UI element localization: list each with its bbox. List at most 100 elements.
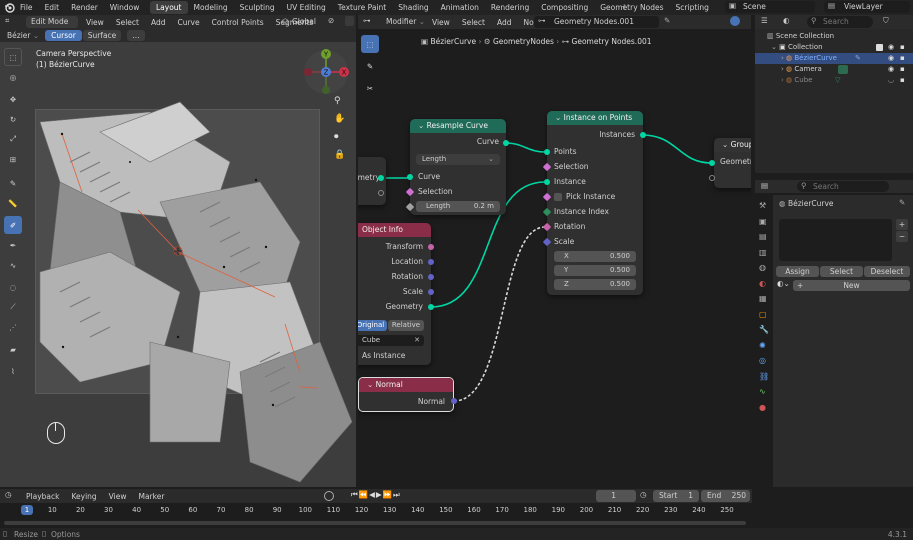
lock-icon[interactable]: 🔒 xyxy=(334,150,345,160)
eye-icon[interactable]: ◉ xyxy=(888,53,894,64)
viewport-menu-curve[interactable]: Curve xyxy=(171,17,205,28)
node-menu-view[interactable]: View xyxy=(426,17,456,28)
viewport-menu-view[interactable]: View xyxy=(80,17,110,28)
workspace-tab-compositing[interactable]: Compositing xyxy=(535,1,594,14)
reverse-play-icon[interactable]: ◀ xyxy=(369,490,376,499)
randomize-icon[interactable]: ⋰ xyxy=(4,318,22,336)
select-box-icon[interactable]: ⬚ xyxy=(4,48,22,66)
prev-key-icon[interactable]: ⏪ xyxy=(359,490,369,499)
current-frame-marker[interactable]: 1 xyxy=(21,505,33,515)
socket-group-empty-in[interactable] xyxy=(709,175,715,181)
outliner-display-icon[interactable]: ◐ xyxy=(783,16,790,25)
particles-tab-icon[interactable]: ✺ xyxy=(759,341,766,350)
material-browse-icon[interactable]: ◐⌄ xyxy=(777,279,790,288)
constraint-tab-icon[interactable]: ⛓ xyxy=(759,372,769,381)
timeline-menu-playback[interactable]: Playback xyxy=(20,491,65,502)
subtab-cursor[interactable]: Cursor xyxy=(45,30,82,41)
pin-icon[interactable]: ✎ xyxy=(899,198,905,207)
collection-tab-icon[interactable]: ▦ xyxy=(759,294,767,303)
view-layer-selector[interactable]: ▤ ViewLayer xyxy=(824,1,910,13)
instance-pick-checkbox[interactable]: Pick Instance xyxy=(547,191,643,203)
viewport-menu-add[interactable]: Add xyxy=(145,17,172,28)
subtab-more[interactable]: ... xyxy=(127,30,145,41)
properties-type-icon[interactable]: ▤ xyxy=(761,181,768,190)
subtab-bezier[interactable]: Bézier ⌄ xyxy=(7,30,39,41)
node-tree-type[interactable]: Modifier ⌄ xyxy=(386,17,425,26)
curve-tool-icon[interactable]: ∿ xyxy=(4,256,22,274)
3d-viewport[interactable]: Camera Perspective (1) BézierCurve xyxy=(0,42,356,487)
timeline-type-icon[interactable]: ◷ xyxy=(5,490,12,499)
pick-checkbox[interactable] xyxy=(554,193,562,201)
record-icon[interactable] xyxy=(324,491,334,501)
smooth-icon[interactable]: ⌇ xyxy=(4,362,22,380)
camera-restrict-icon[interactable]: ▪ xyxy=(900,42,905,53)
pen-icon[interactable]: ✒ xyxy=(4,236,22,254)
vertex-group-list[interactable] xyxy=(779,219,892,261)
zoom-icon[interactable]: ⚲ xyxy=(334,96,341,106)
workspace-tab-sculpting[interactable]: Sculpting xyxy=(234,1,281,14)
annotate-icon[interactable]: ✎ xyxy=(4,174,22,192)
add-workspace-icon[interactable]: + xyxy=(621,2,627,11)
as-instance-checkbox[interactable]: As Instance xyxy=(358,350,431,362)
socket-group-geometry-in[interactable] xyxy=(709,160,715,166)
node-menu-add[interactable]: Add xyxy=(491,17,518,28)
node-resample-curve[interactable]: ⌄ Resample Curve Curve Length ⌄ Curve Sel… xyxy=(410,119,506,215)
scale-y-field[interactable]: Y 0.500 xyxy=(554,265,636,276)
object-tab-icon[interactable]: ▢ xyxy=(759,310,767,319)
draw-icon[interactable]: ✐ xyxy=(4,216,22,234)
scene-tab-icon[interactable]: ◍ xyxy=(759,263,766,272)
socket-instances-out[interactable] xyxy=(640,132,646,138)
node-instance-on-points[interactable]: ⌄ Instance on Points Instances Points Se… xyxy=(547,111,643,295)
physics-tab-icon[interactable]: ◎ xyxy=(759,356,766,365)
start-frame-field[interactable]: Start 1 xyxy=(653,490,699,502)
menu-edit[interactable]: Edit xyxy=(39,2,66,13)
view-layer-tab-icon[interactable]: ▥ xyxy=(759,248,767,257)
pin-icon[interactable]: ✎ xyxy=(664,16,670,25)
socket-resample-curve-in[interactable] xyxy=(407,174,413,180)
socket-partial-bottom[interactable] xyxy=(378,190,384,196)
socket-scale-out[interactable] xyxy=(428,289,434,295)
deselect-button[interactable]: Deselect xyxy=(864,266,910,277)
play-icon[interactable]: ▶ xyxy=(376,490,383,499)
viewport-menu-control-points[interactable]: Control Points xyxy=(206,17,270,28)
extrude-icon[interactable]: ▰ xyxy=(4,340,22,358)
cursor-icon[interactable]: ◎ xyxy=(4,68,22,86)
outliner-cube[interactable]: › ◍ Cube ▽ ◡ ▪ xyxy=(755,75,913,86)
measure-icon[interactable]: 📏 xyxy=(4,194,22,212)
workspace-tab-shading[interactable]: Shading xyxy=(392,1,434,14)
select-button[interactable]: Select xyxy=(820,266,863,277)
eye-icon[interactable]: ◉ xyxy=(888,42,894,53)
modifier-tab-icon[interactable]: 🔧 xyxy=(759,325,769,334)
move-icon[interactable]: ✥ xyxy=(4,90,22,108)
scale-z-field[interactable]: Z 0.500 xyxy=(554,279,636,290)
editor-type-icon[interactable]: ⌗ xyxy=(5,16,9,26)
workspace-tab-texture-paint[interactable]: Texture Paint xyxy=(332,1,392,14)
menu-file[interactable]: File xyxy=(14,2,39,13)
timeline-menu-view[interactable]: View xyxy=(103,491,133,502)
add-group-button[interactable]: + xyxy=(896,219,908,230)
subtab-surface[interactable]: Surface xyxy=(83,30,121,41)
workspace-tab-layout[interactable]: Layout xyxy=(150,1,188,14)
camera-restrict-icon[interactable]: ▪ xyxy=(900,64,905,75)
jump-end-icon[interactable]: ⏭ xyxy=(393,490,401,499)
output-tab-icon[interactable]: ▤ xyxy=(759,232,767,241)
workspace-tab-geometry-nodes[interactable]: Geometry Nodes xyxy=(594,1,669,14)
properties-search[interactable]: ⚲ Search xyxy=(797,181,889,192)
timeline-menu-keying[interactable]: Keying xyxy=(65,491,102,502)
pan-hand-icon[interactable]: ✋ xyxy=(334,114,345,124)
socket-partial-geometry-out[interactable] xyxy=(378,175,384,181)
remove-group-button[interactable]: − xyxy=(896,231,908,242)
next-key-icon[interactable]: ⏩ xyxy=(383,490,393,499)
snap-icon[interactable]: ⊘ xyxy=(328,16,334,25)
timeline-scrollbar[interactable] xyxy=(4,521,746,525)
menu-window[interactable]: Window xyxy=(104,2,146,13)
scale-icon[interactable]: ⤢ xyxy=(4,130,22,148)
transform-orientation[interactable]: Global xyxy=(292,16,322,28)
node-object-info[interactable]: Object Info Transform Location Rotation … xyxy=(358,223,431,365)
scale-x-field[interactable]: X 0.500 xyxy=(554,251,636,262)
timeline-menu-marker[interactable]: Marker xyxy=(132,491,170,502)
object-field[interactable]: Cube ✕ xyxy=(358,335,424,346)
node-group-output[interactable]: ⌄ Group Geometry xyxy=(714,138,751,188)
viewport-menu-select[interactable]: Select xyxy=(110,17,145,28)
eye-closed-icon[interactable]: ◡ xyxy=(888,75,894,86)
